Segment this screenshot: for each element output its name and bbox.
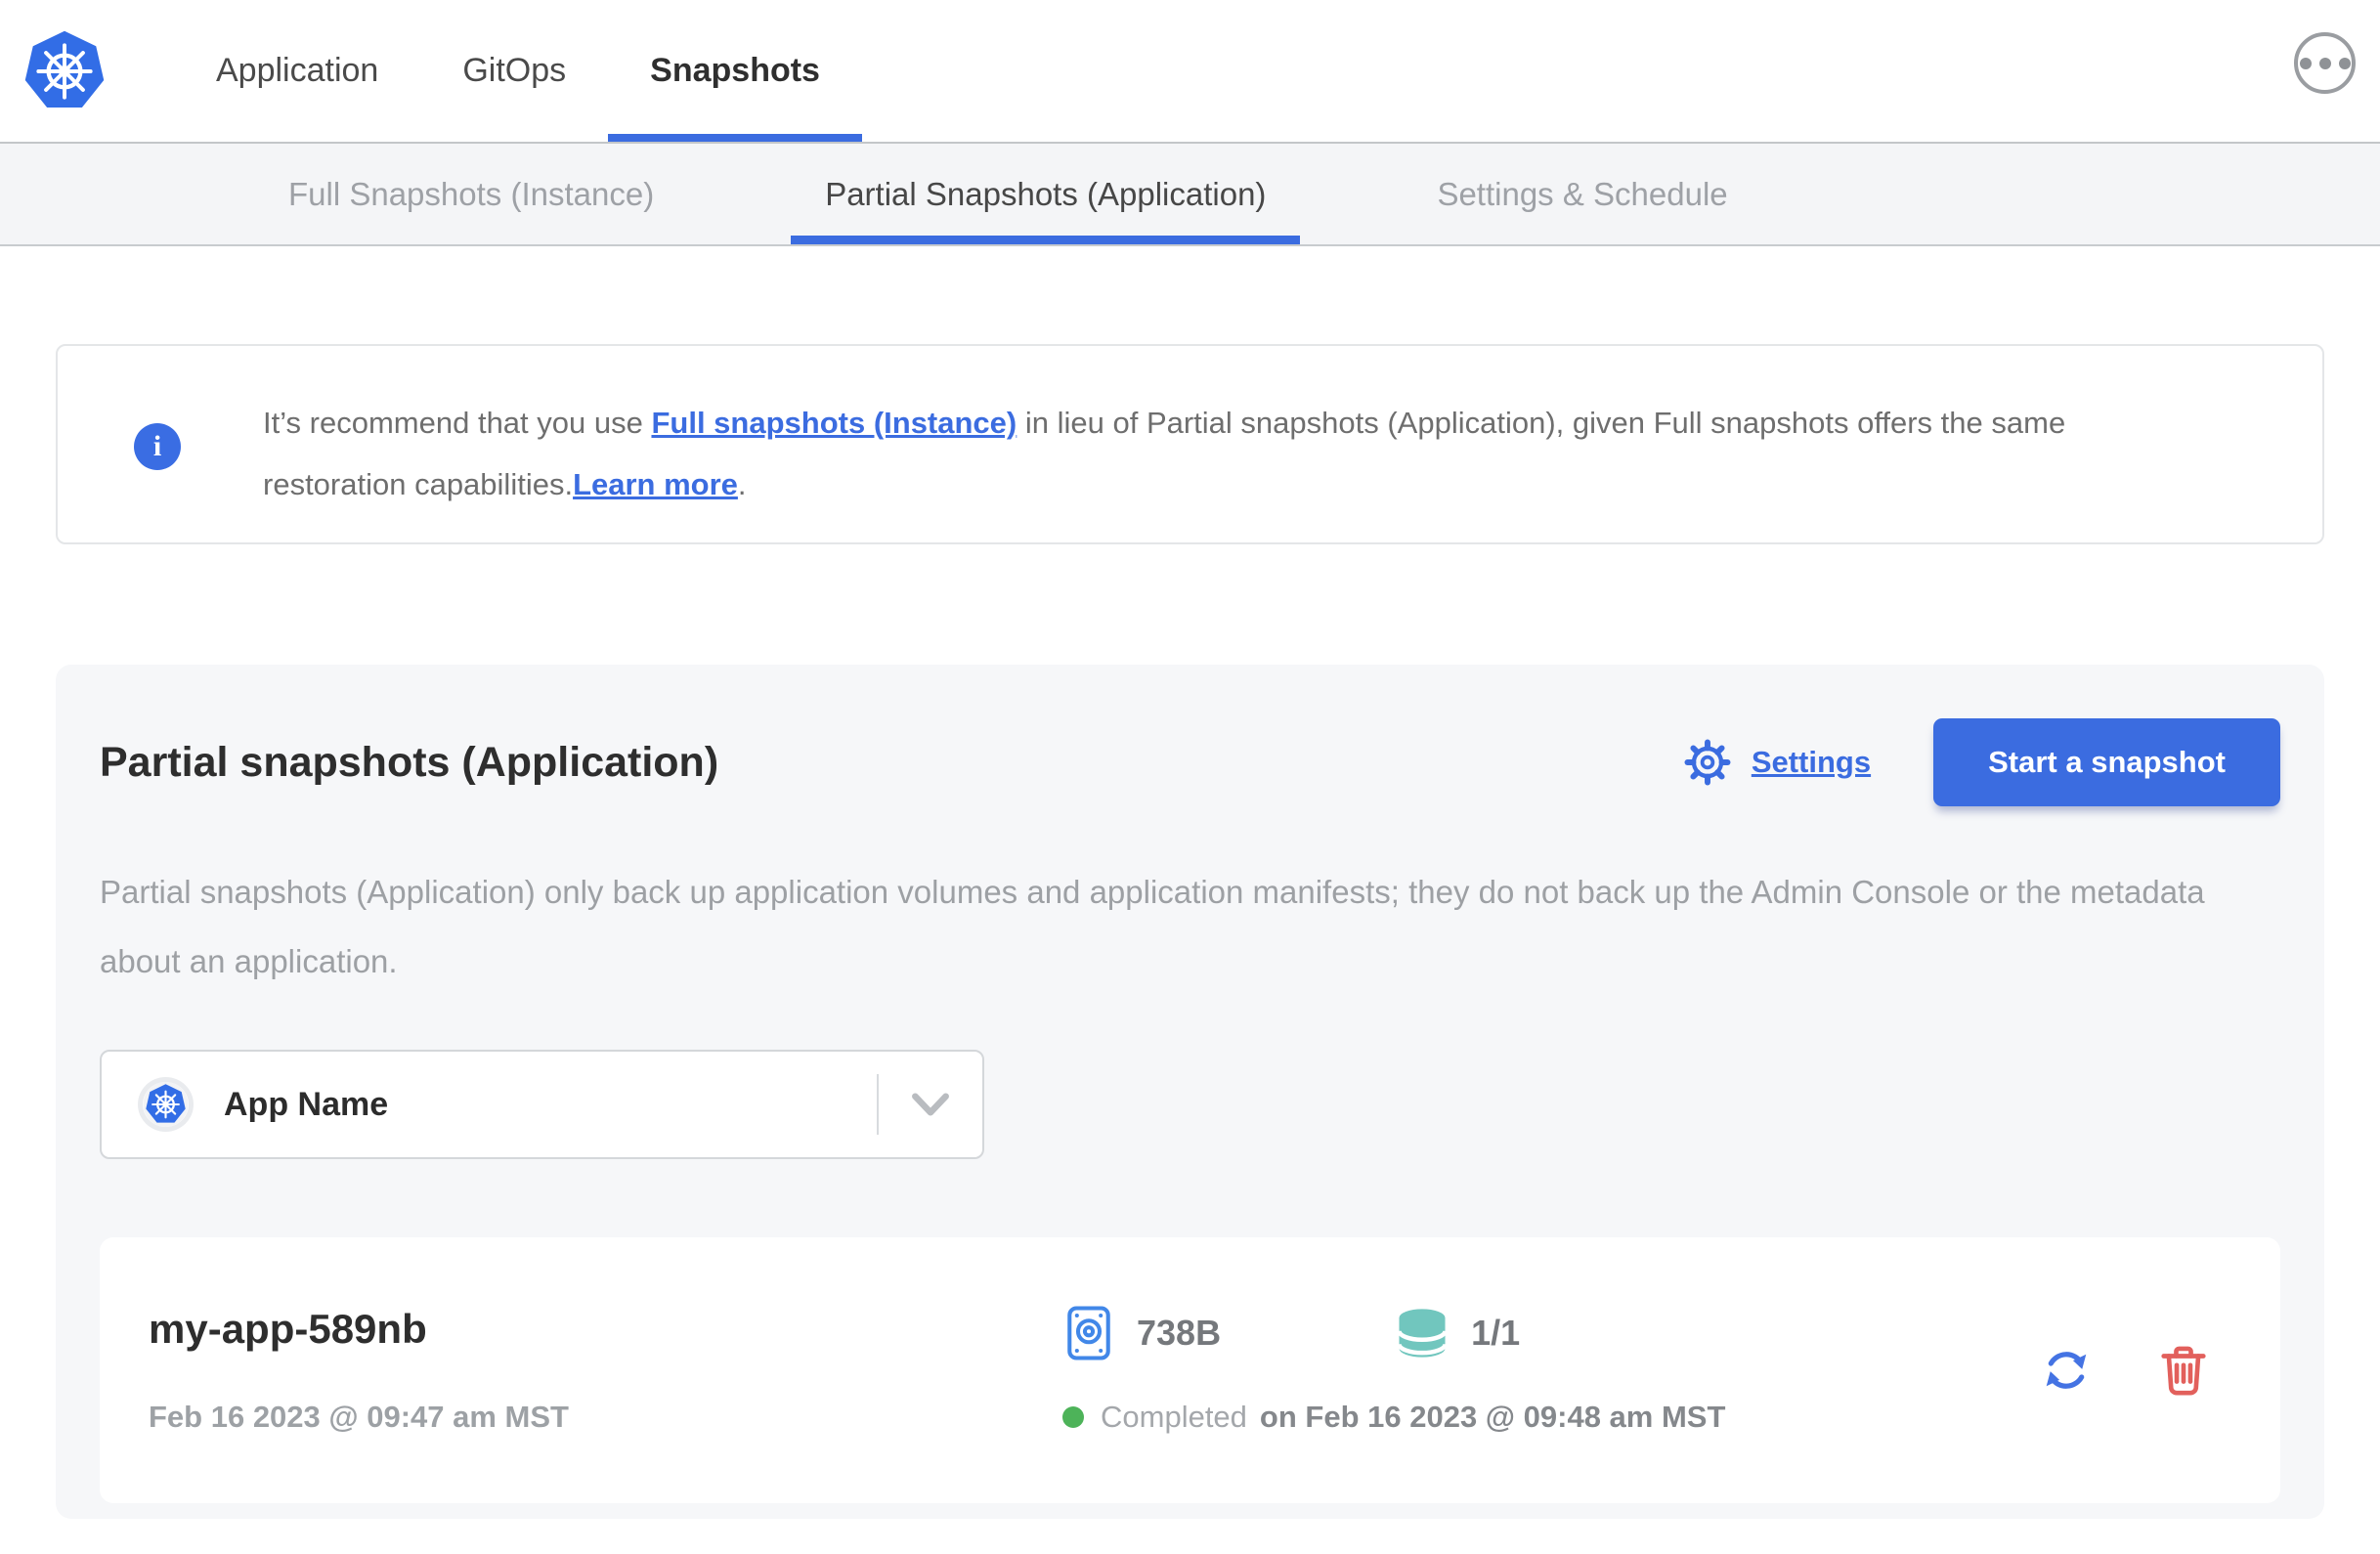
snapshot-identity: my-app-589nb Feb 16 2023 @ 09:47 am MST [149,1306,1062,1435]
status-label: Completed [1101,1400,1247,1434]
start-a-snapshot-button[interactable]: Start a snapshot [1933,718,2280,806]
learn-more-link[interactable]: Learn more [573,467,738,501]
status-dot-icon [1062,1406,1084,1428]
kubernetes-app-icon [143,1082,189,1127]
panel-header: Partial snapshots (Application) Settings… [100,718,2280,806]
page-title: Partial snapshots (Application) [100,738,719,786]
banner-text: It’s recommend that you use Full snapsho… [263,392,2208,542]
nav-item-snapshots[interactable]: Snapshots [608,0,862,142]
top-nav: Application GitOps Snapshots [0,0,2380,142]
kubernetes-logo-icon [24,30,105,108]
snapshot-name: my-app-589nb [149,1306,427,1352]
app-name-selected-value: App Name [224,1085,389,1123]
snapshot-size-value: 738B [1137,1313,1222,1353]
snapshot-volumes-value: 1/1 [1471,1313,1521,1353]
settings-link-label: Settings [1751,745,1872,779]
app-name-select[interactable]: App Name [100,1050,984,1159]
snapshot-status: Completed on Feb 16 2023 @ 09:48 am MST [1062,1400,1725,1435]
nav-item-application[interactable]: Application [174,0,420,142]
overflow-menu-button[interactable] [2294,32,2356,94]
restore-icon [2046,1352,2087,1389]
ellipsis-icon [2318,57,2331,69]
partial-snapshots-panel: Partial snapshots (Application) Settings… [56,665,2324,1519]
main-nav: Application GitOps Snapshots [174,0,862,142]
tab-partial-snapshots-application[interactable]: Partial Snapshots (Application) [791,144,1300,244]
snapshot-volumes-stat: 1/1 [1395,1306,1520,1360]
snapshot-row: my-app-589nb Feb 16 2023 @ 09:47 am MST … [100,1237,2280,1503]
tab-settings-schedule[interactable]: Settings & Schedule [1403,144,1761,244]
restore-snapshot-button[interactable] [2038,1342,2095,1399]
snapshot-settings-link[interactable]: Settings [1681,736,1871,789]
recommendation-banner: i It’s recommend that you use Full snaps… [56,344,2324,544]
snapshot-actions [2038,1342,2212,1399]
disk-icon [1067,1306,1110,1360]
panel-header-actions: Settings Start a snapshot [1681,718,2280,806]
snapshots-subnav: Full Snapshots (Instance) Partial Snapsh… [0,142,2380,246]
ellipsis-icon [2299,57,2312,69]
info-icon: i [134,423,181,470]
snapshot-started-timestamp: Feb 16 2023 @ 09:47 am MST [149,1400,569,1434]
snapshot-metrics: 738B 1/1 [1062,1306,1725,1360]
ellipsis-icon [2338,57,2351,69]
delete-snapshot-button[interactable] [2155,1342,2212,1399]
nav-item-gitops[interactable]: GitOps [420,0,608,142]
panel-description: Partial snapshots (Application) only bac… [100,874,2205,979]
banner-text-after: . [737,467,747,501]
dropdown-caret-zone[interactable] [879,1091,982,1118]
trash-icon [2161,1346,2206,1396]
kubernetes-logo [22,0,108,142]
snapshot-size-stat: 738B [1062,1305,1221,1361]
full-snapshots-instance-link[interactable]: Full snapshots (Instance) [651,406,1017,440]
snapshot-stats: 738B 1/1 Completed on Feb 16 2023 @ 09:4… [1062,1306,1725,1435]
chevron-down-icon [912,1093,949,1116]
status-finished-timestamp: on Feb 16 2023 @ 09:48 am MST [1259,1400,1726,1434]
gear-icon [1684,739,1731,786]
tab-full-snapshots-instance[interactable]: Full Snapshots (Instance) [254,144,688,244]
banner-text-before: It’s recommend that you use [263,406,652,440]
database-icon [1397,1309,1448,1358]
